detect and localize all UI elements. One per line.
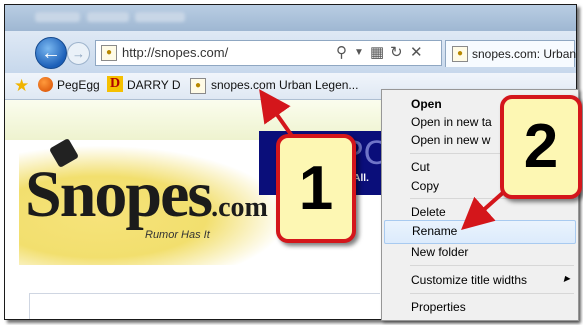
callout-step-2: 2 [500,95,582,199]
darry-d-icon: D [107,76,123,92]
menu-item-properties[interactable]: Properties [382,297,578,319]
content-box [29,293,380,319]
bulb-favicon: ● [101,45,117,61]
address-bar[interactable]: ● http://snopes.com/ ⚲ ▼ ▦ ↻ ✕ [95,40,442,66]
tab-title: snopes.com: Urban ... [472,47,577,61]
submenu-arrow-icon: ▶ [563,274,570,283]
logo-suffix: .com [211,192,268,223]
pegegg-icon [38,77,53,92]
menu-item-rename[interactable]: Rename [384,220,576,244]
menu-item-customize-title-widths[interactable]: Customize title widths ▶ [382,270,578,292]
bulb-favicon: ● [452,46,468,62]
compat-icon[interactable]: ▦ [370,43,384,61]
favorite-pegegg[interactable]: PegEgg [57,78,100,92]
title-blur [135,12,185,22]
bulb-favicon: ● [190,78,206,94]
title-blur [87,12,129,22]
tab-snopes[interactable]: ● snopes.com: Urban ... [445,40,577,67]
title-bar [5,5,576,31]
stop-icon[interactable]: ✕ [410,43,423,61]
favorite-darry-d[interactable]: DARRY D [127,78,181,92]
title-blur [35,12,80,22]
forward-button[interactable]: → [67,42,90,65]
menu-separator [410,265,574,266]
menu-item-new-folder[interactable]: New folder [382,242,578,264]
back-button[interactable]: ← [35,37,67,69]
search-icon[interactable]: ⚲ [336,43,347,61]
refresh-icon[interactable]: ↻ [390,43,403,61]
address-url[interactable]: http://snopes.com/ [122,45,228,60]
logo-main: Snopes [25,158,213,231]
dropdown-icon[interactable]: ▼ [354,47,364,58]
favorite-snopes[interactable]: snopes.com Urban Legen... [211,78,358,92]
favorites-star-icon[interactable]: ★ [14,76,29,96]
screenshot-frame: ← → ● http://snopes.com/ ⚲ ▼ ▦ ↻ ✕ ● sno… [0,0,583,325]
logo-tagline: Rumor Has It [145,229,210,241]
menu-separator [410,293,574,294]
callout-step-1: 1 [276,134,356,243]
navigation-bar: ← → ● http://snopes.com/ ⚲ ▼ ▦ ↻ ✕ ● sno… [5,31,576,74]
